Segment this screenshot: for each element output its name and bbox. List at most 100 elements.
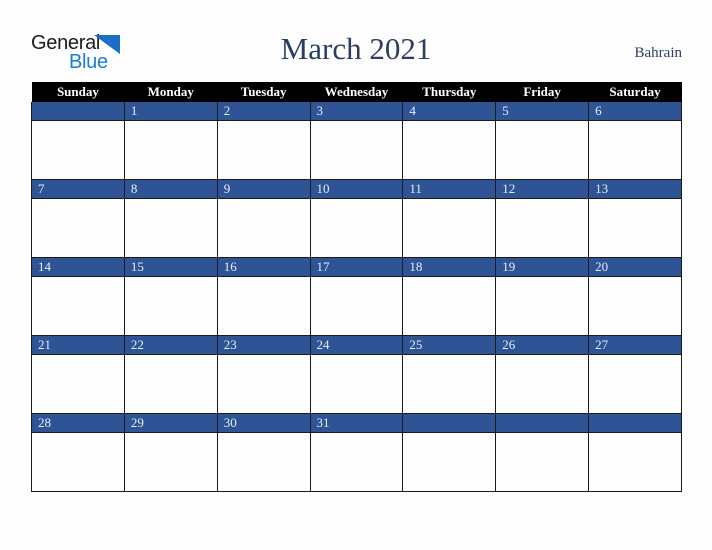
day-content-area[interactable]: [217, 355, 310, 413]
day-content-area[interactable]: [496, 121, 589, 179]
day-cell[interactable]: 4: [402, 102, 497, 180]
day-number: 22: [124, 336, 217, 355]
day-content-area[interactable]: [589, 355, 681, 413]
day-content-area[interactable]: [124, 277, 217, 335]
day-cell[interactable]: 21: [31, 335, 125, 414]
day-content-area[interactable]: [403, 199, 496, 257]
day-content-area[interactable]: [310, 199, 403, 257]
day-cell[interactable]: 6: [588, 102, 682, 180]
weekday-header-sunday: Sunday: [31, 82, 125, 102]
day-cell[interactable]: [31, 102, 125, 180]
calendar-week-row: 28 29 30 31: [31, 413, 682, 492]
day-cell[interactable]: 29: [123, 413, 218, 492]
day-number: 2: [217, 102, 310, 121]
day-cell[interactable]: 11: [402, 179, 497, 258]
day-content-area[interactable]: [217, 199, 310, 257]
day-content-area[interactable]: [310, 355, 403, 413]
page-header: General Blue March 2021 Bahrain: [0, 0, 712, 82]
day-content-area[interactable]: [32, 199, 124, 257]
day-number: 17: [310, 258, 403, 277]
day-content-area[interactable]: [32, 277, 124, 335]
weekday-header-tuesday: Tuesday: [217, 82, 311, 102]
day-content-area[interactable]: [496, 277, 589, 335]
day-number: 19: [496, 258, 589, 277]
day-number: [403, 414, 496, 433]
day-number: 30: [217, 414, 310, 433]
calendar-header-row: Sunday Monday Tuesday Wednesday Thursday…: [31, 82, 682, 102]
day-content-area[interactable]: [589, 433, 681, 491]
day-cell[interactable]: 31: [309, 413, 404, 492]
day-cell[interactable]: 17: [309, 257, 404, 336]
day-cell[interactable]: 12: [495, 179, 590, 258]
day-cell[interactable]: 8: [123, 179, 218, 258]
day-content-area[interactable]: [589, 121, 681, 179]
day-content-area[interactable]: [496, 433, 589, 491]
day-cell[interactable]: 2: [216, 102, 311, 180]
day-cell[interactable]: 26: [495, 335, 590, 414]
day-content-area[interactable]: [496, 355, 589, 413]
weekday-header-monday: Monday: [124, 82, 218, 102]
day-content-area[interactable]: [217, 277, 310, 335]
day-cell[interactable]: 30: [216, 413, 311, 492]
day-content-area[interactable]: [310, 277, 403, 335]
day-number: 31: [310, 414, 403, 433]
locale-label: Bahrain: [634, 45, 682, 61]
day-cell[interactable]: 27: [588, 335, 682, 414]
day-content-area[interactable]: [217, 121, 310, 179]
day-cell[interactable]: 20: [588, 257, 682, 336]
day-number: 1: [124, 102, 217, 121]
day-number: 5: [496, 102, 589, 121]
day-cell[interactable]: 25: [402, 335, 497, 414]
day-cell[interactable]: 10: [309, 179, 404, 258]
weekday-header-wednesday: Wednesday: [310, 82, 403, 102]
day-cell[interactable]: 14: [31, 257, 125, 336]
day-number: 6: [589, 102, 681, 121]
calendar-week-row: 21 22 23 24 25 26 27: [31, 335, 682, 414]
day-content-area[interactable]: [310, 433, 403, 491]
day-cell[interactable]: [402, 413, 497, 492]
day-content-area[interactable]: [124, 121, 217, 179]
day-cell[interactable]: 19: [495, 257, 590, 336]
day-cell[interactable]: 28: [31, 413, 125, 492]
day-number: 20: [589, 258, 681, 277]
day-cell[interactable]: 7: [31, 179, 125, 258]
day-cell[interactable]: [495, 413, 590, 492]
day-cell[interactable]: 9: [216, 179, 311, 258]
day-content-area[interactable]: [32, 121, 124, 179]
day-number: 11: [403, 180, 496, 199]
day-cell[interactable]: 1: [123, 102, 218, 180]
day-content-area[interactable]: [403, 277, 496, 335]
day-cell[interactable]: 16: [216, 257, 311, 336]
day-content-area[interactable]: [310, 121, 403, 179]
calendar-body: 1 2 3 4 5 6 7 8 9 10 11 12 13 14 15 16 1…: [31, 102, 682, 492]
day-number: 21: [32, 336, 124, 355]
calendar-week-row: 7 8 9 10 11 12 13: [31, 179, 682, 258]
day-content-area[interactable]: [589, 199, 681, 257]
day-cell[interactable]: 23: [216, 335, 311, 414]
day-cell[interactable]: [588, 413, 682, 492]
day-content-area[interactable]: [124, 433, 217, 491]
day-content-area[interactable]: [496, 199, 589, 257]
day-content-area[interactable]: [32, 433, 124, 491]
day-cell[interactable]: 22: [123, 335, 218, 414]
day-content-area[interactable]: [403, 355, 496, 413]
day-cell[interactable]: 24: [309, 335, 404, 414]
day-cell[interactable]: 15: [123, 257, 218, 336]
day-number: 15: [124, 258, 217, 277]
day-content-area[interactable]: [124, 355, 217, 413]
day-cell[interactable]: 5: [495, 102, 590, 180]
page-title: March 2021: [280, 31, 432, 66]
day-content-area[interactable]: [32, 355, 124, 413]
day-number: 9: [217, 180, 310, 199]
day-number: 7: [32, 180, 124, 199]
day-cell[interactable]: 18: [402, 257, 497, 336]
day-content-area[interactable]: [403, 121, 496, 179]
day-content-area[interactable]: [403, 433, 496, 491]
day-content-area[interactable]: [217, 433, 310, 491]
day-cell[interactable]: 3: [309, 102, 404, 180]
day-cell[interactable]: 13: [588, 179, 682, 258]
day-number: 12: [496, 180, 589, 199]
day-content-area[interactable]: [589, 277, 681, 335]
day-number: 28: [32, 414, 124, 433]
day-content-area[interactable]: [124, 199, 217, 257]
